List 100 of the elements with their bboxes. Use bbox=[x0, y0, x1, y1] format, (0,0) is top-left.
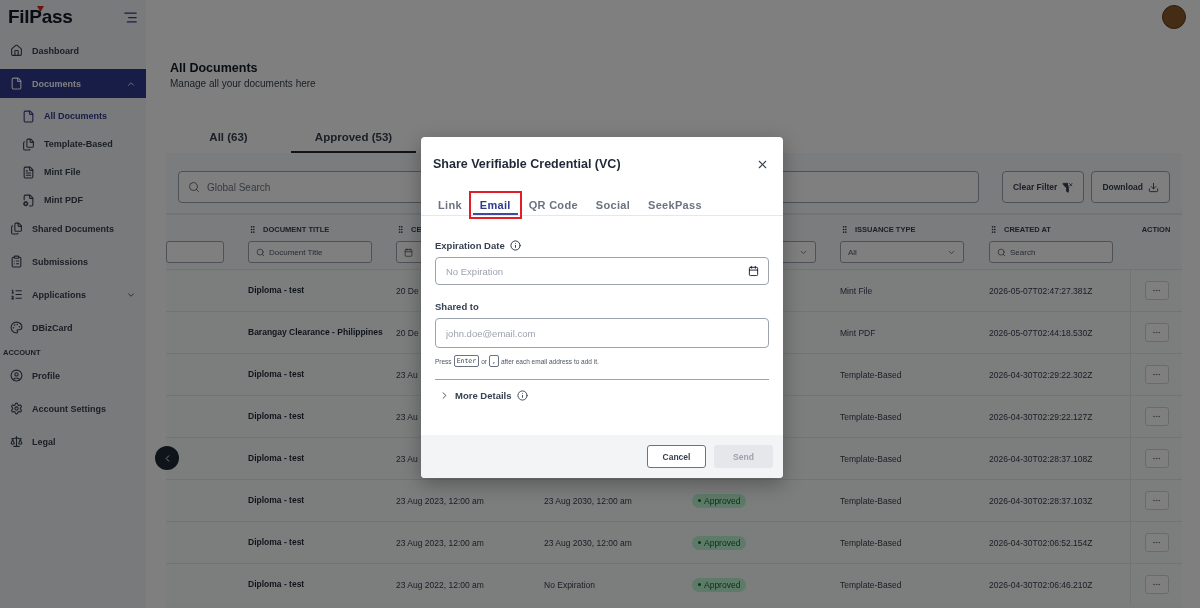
more-icon bbox=[1152, 580, 1161, 589]
table-cell: Template-Based bbox=[840, 495, 902, 506]
search-icon bbox=[997, 247, 1006, 257]
filter-field[interactable]: Search bbox=[989, 241, 1113, 263]
info-icon[interactable] bbox=[516, 390, 528, 401]
sidebar-item[interactable]: Profile bbox=[0, 361, 146, 390]
table-cell: No Expiration bbox=[544, 579, 596, 590]
filter-select[interactable]: All bbox=[840, 241, 964, 263]
table-cell: Diploma - test bbox=[248, 410, 305, 423]
table-cell: 23 Au bbox=[396, 411, 418, 422]
sidebar-item[interactable]: All Documents bbox=[0, 102, 146, 130]
table-cell: Diploma - test bbox=[248, 368, 305, 381]
filter-field[interactable]: Document Title bbox=[248, 241, 372, 263]
date-field[interactable]: No Expiration bbox=[435, 257, 769, 285]
dialog-title: Share Verifiable Credential (VC) bbox=[433, 157, 621, 171]
cancel-button[interactable]: Cancel bbox=[647, 445, 706, 468]
sidebar-item[interactable]: DBizCard bbox=[0, 313, 146, 342]
menu-item-icon bbox=[10, 222, 23, 235]
avatar[interactable] bbox=[1162, 5, 1186, 29]
sidebar-item[interactable]: Shared Documents bbox=[0, 214, 146, 243]
table-cell: Mint File bbox=[840, 285, 873, 296]
table-cell: Template-Based bbox=[840, 579, 902, 590]
status-badge: Approved bbox=[692, 535, 747, 550]
tab[interactable]: Social bbox=[588, 195, 638, 215]
info-icon[interactable] bbox=[509, 240, 521, 251]
sidebar-item[interactable]: Dashboard bbox=[0, 36, 146, 65]
menu-item-icon bbox=[10, 402, 23, 415]
table-cell: 2026-04-30T02:28:37.103Z bbox=[989, 495, 1093, 506]
menu-icon[interactable] bbox=[123, 9, 138, 25]
logo: FilPass bbox=[8, 6, 73, 28]
table-cell: 2026-04-30T02:06:52.154Z bbox=[989, 537, 1093, 548]
tab[interactable]: SeekPass bbox=[641, 195, 709, 215]
menu-item-icon bbox=[22, 165, 35, 179]
page-title: All Documents bbox=[170, 61, 259, 75]
search-icon bbox=[256, 247, 265, 257]
calendar-icon[interactable] bbox=[748, 265, 759, 277]
sidebar-item[interactable]: Applications bbox=[0, 280, 146, 309]
drag-handle-icon[interactable] bbox=[396, 224, 405, 234]
table-cell: Diploma - test bbox=[248, 536, 305, 549]
table-cell: 20 De bbox=[396, 327, 419, 338]
more-details-toggle[interactable]: More Details bbox=[435, 390, 769, 401]
table-cell: Template-Based bbox=[840, 537, 902, 548]
table-cell: Template-Based bbox=[840, 411, 902, 422]
filter-field[interactable] bbox=[166, 241, 224, 263]
menu-item-icon bbox=[10, 288, 23, 301]
tab[interactable]: Link bbox=[431, 195, 469, 215]
tab[interactable]: QR Code bbox=[521, 195, 585, 215]
drag-handle-icon[interactable] bbox=[840, 224, 849, 234]
sidebar-item[interactable]: Legal bbox=[0, 427, 146, 456]
filter-clear-icon bbox=[1062, 181, 1074, 193]
more-icon bbox=[1152, 328, 1161, 337]
tab[interactable]: All (63) bbox=[166, 123, 291, 153]
table-cell: Diploma - test bbox=[248, 494, 305, 507]
more-icon bbox=[1152, 286, 1161, 295]
table-cell: 2026-05-07T02:44:18.530Z bbox=[989, 327, 1093, 338]
field-label: Shared to bbox=[435, 301, 479, 312]
table-cell: 2026-04-30T02:29:22.302Z bbox=[989, 369, 1093, 380]
menu-item-icon bbox=[22, 137, 35, 151]
table-cell: Diploma - test bbox=[248, 452, 305, 465]
table-cell: 2026-05-07T02:47:27.381Z bbox=[989, 285, 1093, 296]
more-icon bbox=[1152, 412, 1161, 421]
table-cell: 23 Au bbox=[396, 453, 418, 464]
calendar-icon bbox=[404, 247, 413, 257]
sidebar-item[interactable]: Submissions bbox=[0, 247, 146, 276]
clear-filter-button[interactable]: Clear Filter bbox=[1002, 171, 1085, 203]
menu-item-icon bbox=[22, 109, 35, 123]
sidebar-item[interactable]: Documents bbox=[0, 69, 146, 98]
menu-item-icon bbox=[10, 321, 23, 334]
download-button[interactable]: Download bbox=[1091, 171, 1170, 203]
table-cell: Template-Based bbox=[840, 453, 902, 464]
drag-handle-icon[interactable] bbox=[248, 224, 257, 234]
table-cell: 23 Aug 2023, 12:00 am bbox=[396, 537, 484, 548]
sidebar-item[interactable]: Template-Based bbox=[0, 130, 146, 158]
drag-handle-icon[interactable] bbox=[989, 224, 998, 234]
table-cell: 23 Aug 2030, 12:00 am bbox=[544, 537, 632, 548]
table-cell: 23 Aug 2023, 12:00 am bbox=[396, 495, 484, 506]
table-cell: 23 Aug 2030, 12:00 am bbox=[544, 495, 632, 506]
table-cell: 2026-04-30T02:06:46.210Z bbox=[989, 579, 1093, 590]
table-cell: Mint PDF bbox=[840, 327, 876, 338]
table-cell: 20 De bbox=[396, 285, 419, 296]
sidebar-item[interactable]: Mint File bbox=[0, 158, 146, 186]
collapse-button[interactable] bbox=[155, 446, 179, 470]
menu-item-icon bbox=[10, 255, 23, 268]
table-cell: 23 Au bbox=[396, 369, 418, 380]
table-cell: 23 Aug 2022, 12:00 am bbox=[396, 579, 484, 590]
table-cell: Diploma - test bbox=[248, 578, 305, 591]
download-icon bbox=[1148, 181, 1159, 193]
sidebar-item[interactable]: Mint PDF bbox=[0, 186, 146, 214]
search-icon bbox=[188, 181, 200, 193]
menu-item-icon bbox=[10, 369, 23, 382]
sidebar-item[interactable]: Account Settings bbox=[0, 394, 146, 423]
email-field[interactable]: john.doe@email.com bbox=[435, 318, 769, 348]
field-label: Expiration Date bbox=[435, 240, 505, 251]
menu-item-icon bbox=[10, 77, 23, 90]
table-cell: 2026-04-30T02:28:37.108Z bbox=[989, 453, 1093, 464]
table-cell: Template-Based bbox=[840, 369, 902, 380]
page-subtitle: Manage all your documents here bbox=[170, 78, 317, 89]
more-icon bbox=[1152, 454, 1161, 463]
status-badge: Approved bbox=[692, 493, 747, 508]
table-cell: Barangay Clearance - Philippines bbox=[248, 326, 383, 339]
